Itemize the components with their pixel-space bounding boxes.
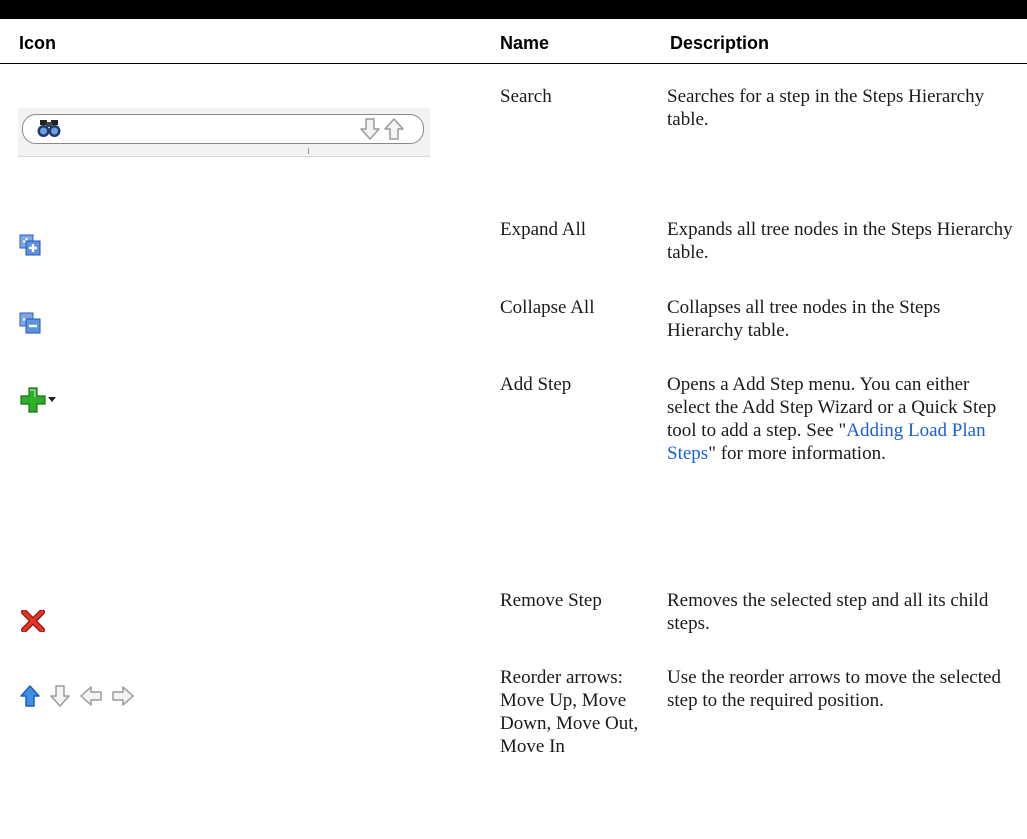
move-down-icon — [50, 685, 70, 707]
top-rule — [0, 0, 1027, 19]
search-toolbar-icon — [18, 108, 430, 157]
header-description: Description — [670, 33, 770, 53]
row-name-search: Search — [500, 86, 552, 107]
add-step-icon — [20, 387, 56, 418]
arrow-up-icon — [384, 118, 404, 140]
row-name-expand-all: Expand All — [500, 219, 587, 240]
move-in-icon — [112, 686, 134, 706]
binoculars-icon — [37, 120, 61, 137]
move-up-icon — [20, 685, 40, 707]
row-description-add-step: Opens a Add Step menu. You can either se… — [667, 374, 997, 464]
row-description-collapse-all: Collapses all tree nodes in the Steps Hi… — [667, 297, 941, 341]
row-description-expand-all: Expands all tree nodes in the Steps Hier… — [667, 219, 1013, 263]
row-description-remove-step: Removes the selected step and all its ch… — [667, 590, 989, 634]
row-name-remove-step: Remove Step — [500, 590, 602, 611]
row-name-collapse-all: Collapse All — [500, 297, 595, 318]
collapse-all-icon — [19, 312, 41, 334]
remove-step-icon — [21, 610, 45, 632]
row-description-reorder-arrows: Use the reorder arrows to move the selec… — [667, 667, 1001, 711]
row-name-reorder-arrows: Reorder arrows: Move Up, Move Down, Move… — [500, 667, 639, 757]
arrow-down-icon — [360, 118, 380, 140]
row-name-add-step: Add Step — [500, 374, 572, 395]
header-icon: Icon — [19, 33, 57, 53]
header-divider — [0, 63, 1027, 64]
row-description-search: Searches for a step in the Steps Hierarc… — [667, 86, 985, 130]
expand-all-icon — [19, 234, 41, 256]
header-name: Name — [500, 33, 550, 53]
chevron-down-icon — [48, 397, 56, 402]
plus-icon — [20, 387, 46, 413]
move-out-icon — [80, 686, 102, 706]
